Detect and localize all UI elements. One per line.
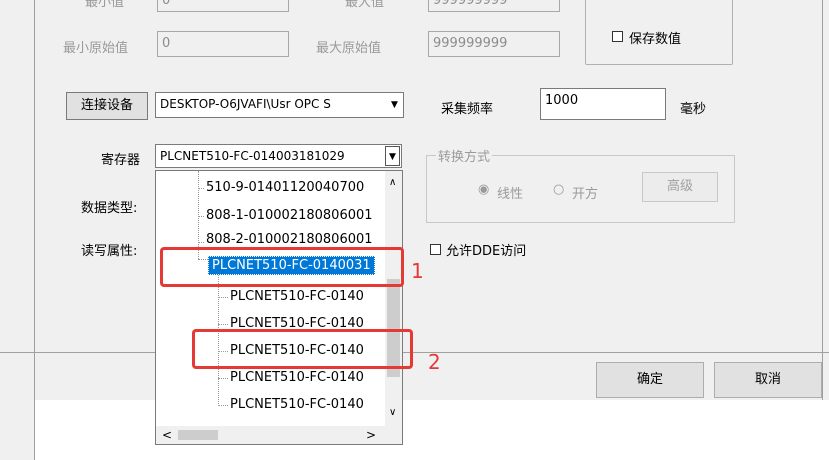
conversion-group-label: 转换方式 <box>436 146 493 165</box>
register-label: 寄存器 <box>101 153 141 168</box>
tree-line <box>218 297 228 298</box>
dde-access-label: 允许DDE访问 <box>446 244 527 259</box>
horizontal-scrollbar[interactable]: < > <box>156 426 402 444</box>
dialog-right-border <box>822 0 823 400</box>
tree-item[interactable]: PLCNET510-FC-0140 <box>230 289 364 304</box>
tree-item[interactable]: PLCNET510-FC-0140 <box>230 397 364 412</box>
scroll-up-icon[interactable]: ∧ <box>389 177 396 188</box>
tree-item[interactable]: 510-9-01401120040700 <box>206 180 364 195</box>
rw-attribute-label: 读写属性: <box>81 244 138 259</box>
tree-line <box>198 188 204 189</box>
tree-line <box>218 324 228 325</box>
annotation-number-2: 2 <box>428 350 441 374</box>
min-value-label: 最小值 <box>85 0 125 10</box>
annotation-box-2 <box>192 329 413 369</box>
min-raw-field[interactable]: 0 <box>157 31 289 57</box>
register-select[interactable]: PLCNET510-FC-014003181029 ▼ <box>155 144 402 168</box>
device-select-value: DESKTOP-O6JVAFI\Usr OPC S <box>160 97 331 111</box>
linear-radio-icon[interactable]: ◉ <box>478 182 489 197</box>
vertical-scrollbar[interactable]: ∧ ∨ <box>385 171 402 426</box>
ok-button[interactable]: 确定 <box>596 362 704 398</box>
dialog-left-border <box>34 0 35 460</box>
cancel-button[interactable]: 取消 <box>714 362 822 398</box>
tree-line <box>198 242 204 243</box>
chevron-down-icon[interactable]: ▼ <box>387 94 402 116</box>
chevron-down-icon[interactable]: ▼ <box>385 146 400 166</box>
annotation-box-1 <box>160 247 404 287</box>
register-tree-dropdown[interactable]: 510-9-01401120040700 808-1-0100021808060… <box>155 170 403 445</box>
tree-line <box>218 405 228 406</box>
ms-unit-label: 毫秒 <box>680 102 707 117</box>
tree-item[interactable]: 808-1-010002180806001 <box>206 208 373 223</box>
sample-rate-label: 采集频率 <box>441 102 494 117</box>
advanced-button[interactable]: 高级 <box>642 172 718 202</box>
tree-line <box>198 216 204 217</box>
max-value-label: 最大值 <box>345 0 385 10</box>
dde-access-checkbox[interactable] <box>430 244 441 255</box>
sqrt-radio-label: 开方 <box>572 187 599 202</box>
annotation-number-1: 1 <box>411 259 424 283</box>
scroll-right-icon[interactable]: > <box>366 428 376 442</box>
max-raw-field[interactable]: 999999999 <box>428 31 560 57</box>
h-scrollbar-thumb[interactable] <box>178 430 218 440</box>
tree-item[interactable]: PLCNET510-FC-0140 <box>230 370 364 385</box>
tree-line <box>218 378 228 379</box>
device-select[interactable]: DESKTOP-O6JVAFI\Usr OPC S ▼ <box>155 92 404 118</box>
scroll-down-icon[interactable]: ∨ <box>389 407 396 418</box>
sqrt-radio-icon[interactable]: ○ <box>553 182 564 197</box>
save-value-checkbox[interactable] <box>612 31 623 42</box>
tree-item[interactable]: 808-2-010002180806001 <box>206 232 373 247</box>
min-value-field[interactable]: 0 <box>157 0 289 12</box>
register-select-value: PLCNET510-FC-014003181029 <box>160 149 345 163</box>
tree-line <box>198 171 199 259</box>
connect-device-button[interactable]: 连接设备 <box>66 92 148 120</box>
sample-rate-input[interactable]: 1000 <box>540 88 666 120</box>
data-type-label: 数据类型: <box>81 201 138 216</box>
max-raw-label: 最大原始值 <box>316 41 382 56</box>
max-value-field[interactable]: 999999999 <box>428 0 560 12</box>
scroll-left-icon[interactable]: < <box>162 428 172 442</box>
save-value-label: 保存数值 <box>629 32 682 47</box>
linear-radio-label: 线性 <box>497 187 524 202</box>
min-raw-label: 最小原始值 <box>63 41 129 56</box>
